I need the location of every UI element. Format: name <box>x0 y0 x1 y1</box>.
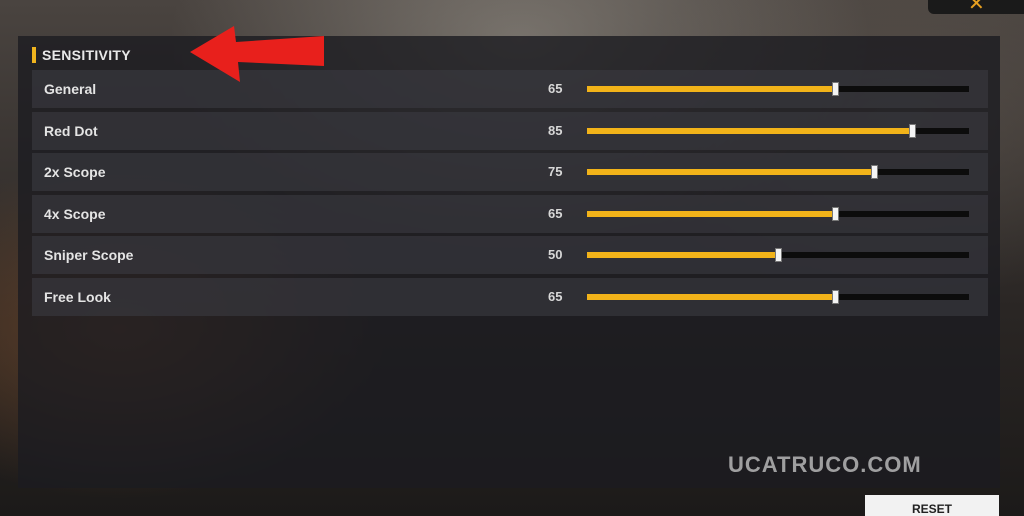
section-header: SENSITIVITY <box>32 44 131 66</box>
slider-fill <box>587 169 874 176</box>
section-accent-bar <box>32 47 36 63</box>
sensitivity-slider[interactable] <box>587 165 969 180</box>
setting-row: Free Look 65 <box>32 277 988 316</box>
setting-value: 75 <box>548 164 563 180</box>
slider-fill <box>587 86 836 92</box>
setting-value: 65 <box>548 205 563 221</box>
setting-label: 4x Scope <box>44 205 106 222</box>
watermark: UCATRUCO.COM <box>728 452 922 477</box>
annotation-arrow-icon <box>190 26 324 82</box>
setting-row: 4x Scope 65 <box>32 194 988 233</box>
slider-thumb[interactable] <box>832 82 840 96</box>
setting-value: 65 <box>548 81 563 96</box>
settings-list: General 65 Red Dot 85 2x Scope 75 4x Sco… <box>32 70 988 320</box>
slider-fill <box>587 210 836 217</box>
setting-label: General <box>44 81 97 97</box>
setting-label: Free Look <box>44 288 111 305</box>
setting-row: Sniper Scope 50 <box>32 236 988 275</box>
setting-value: 65 <box>548 288 563 304</box>
setting-value: 85 <box>548 122 563 138</box>
slider-thumb[interactable] <box>832 206 840 221</box>
sensitivity-slider[interactable] <box>587 248 969 263</box>
setting-row: Red Dot 85 <box>32 111 988 150</box>
sensitivity-slider[interactable] <box>587 123 969 138</box>
slider-thumb[interactable] <box>908 123 916 138</box>
setting-label: 2x Scope <box>44 164 106 181</box>
setting-row: 2x Scope 75 <box>32 153 988 192</box>
slider-fill <box>587 127 912 134</box>
close-button[interactable]: ✕ <box>928 0 1024 14</box>
sensitivity-panel: SENSITIVITY General 65 Red Dot 85 2x Sco… <box>18 36 1000 488</box>
sensitivity-slider[interactable] <box>587 82 969 96</box>
slider-fill <box>587 252 778 259</box>
section-title: SENSITIVITY <box>42 47 131 63</box>
setting-row: General 65 <box>32 70 988 108</box>
slider-fill <box>587 293 836 300</box>
setting-label: Red Dot <box>44 122 98 139</box>
slider-thumb[interactable] <box>832 289 840 304</box>
slider-thumb[interactable] <box>870 165 878 180</box>
slider-thumb[interactable] <box>775 248 782 263</box>
close-icon: ✕ <box>968 0 985 15</box>
sensitivity-slider[interactable] <box>587 289 969 304</box>
reset-button[interactable]: RESET <box>865 495 999 516</box>
sensitivity-slider[interactable] <box>587 206 969 221</box>
setting-label: Sniper Scope <box>44 247 134 264</box>
setting-value: 50 <box>548 247 563 263</box>
